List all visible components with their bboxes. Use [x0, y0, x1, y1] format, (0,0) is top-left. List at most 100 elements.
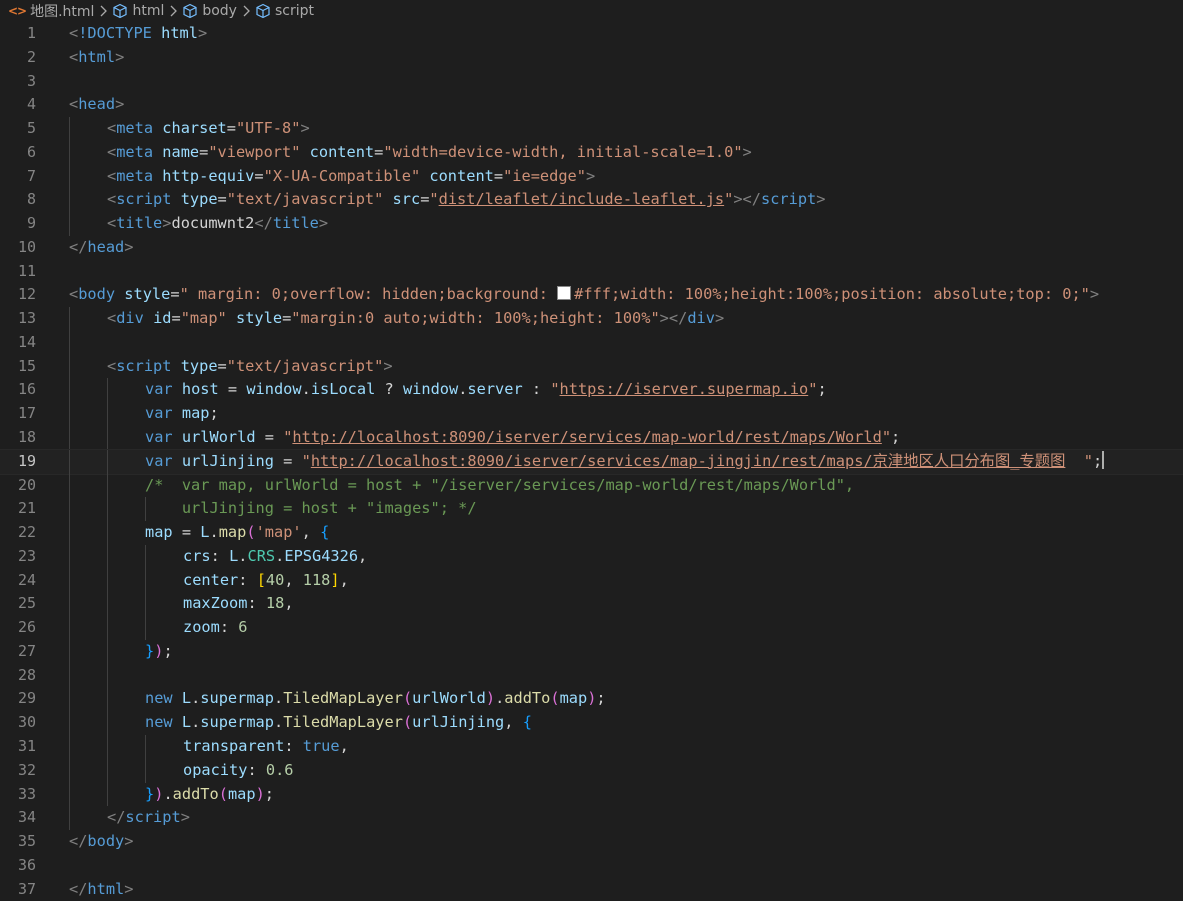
code-line[interactable]: 19 var urlJinjing = "http://localhost:809… — [0, 448, 1183, 475]
token-kw: var — [145, 451, 173, 470]
indent-guide — [69, 806, 70, 831]
token-str: 'map' — [255, 523, 302, 542]
indent-guide — [107, 734, 108, 759]
code-line[interactable]: 3 — [0, 70, 1183, 94]
token-num: 6 — [238, 618, 248, 637]
token-punct: > — [180, 808, 190, 827]
token-br1: ( — [246, 523, 256, 542]
code-line[interactable]: 32 opacity: 0.6 — [0, 758, 1183, 783]
code-line[interactable]: 27}); — [0, 639, 1183, 664]
token-text: : — [284, 736, 303, 755]
code-line[interactable]: 28 — [0, 663, 1183, 688]
code-line[interactable]: 37 </html> — [0, 878, 1183, 901]
code-line[interactable]: 31 transparent: true, — [0, 734, 1183, 759]
token-text: . — [209, 523, 219, 542]
code-text: crs: L.CRS.EPSG4326, — [183, 545, 367, 569]
code-line[interactable]: 29 new L.supermap.TiledMapLayer(urlWorld)… — [0, 687, 1183, 712]
text-cursor — [1102, 450, 1105, 469]
token-br1: ( — [402, 689, 413, 708]
token-kw: var — [145, 428, 173, 447]
indent-guide — [69, 188, 70, 213]
code-line[interactable]: 6 <meta name="viewport" content="width=de… — [0, 140, 1183, 165]
code-line[interactable]: 13 <div id="map" style="margin:0 auto;wid… — [0, 307, 1183, 331]
code-line[interactable]: 25 maxZoom: 18, — [0, 592, 1183, 617]
token-tag: body — [87, 832, 125, 851]
breadcrumb-item-script[interactable]: script — [255, 3, 314, 19]
code-line[interactable]: 10 </head> — [0, 236, 1183, 260]
breadcrumb-file[interactable]: <> 地图.html — [8, 1, 94, 21]
token-punct: < — [107, 142, 117, 161]
color-swatch[interactable] — [557, 286, 572, 301]
code-line[interactable]: 15 <script type="text/javascript"> — [0, 354, 1183, 379]
code-line[interactable]: 34 </script> — [0, 806, 1183, 831]
code-line[interactable]: 17 var map; — [0, 402, 1183, 427]
line-number: 11 — [17, 261, 36, 280]
code-text: </script> — [107, 806, 190, 830]
code-line[interactable]: 1 <!DOCTYPE html> — [0, 22, 1183, 46]
token-text: . — [191, 689, 201, 708]
code-text: <html> — [69, 46, 124, 70]
code-line[interactable]: 33}).addTo(map); — [0, 782, 1183, 807]
code-line[interactable]: 30 new L.supermap.TiledMapLayer(urlJinjin… — [0, 711, 1183, 735]
code-line[interactable]: 16 var host = window.isLocal ? window.ser… — [0, 378, 1183, 403]
breadcrumb-item-html[interactable]: html — [112, 3, 164, 19]
code-line[interactable]: 12 <body style=" margin: 0;overflow: hidd… — [0, 283, 1183, 307]
token-text: = — [172, 523, 201, 542]
token-tag: head — [87, 237, 125, 256]
token-attr: type — [180, 190, 218, 209]
code-line[interactable]: 26 zoom: 6 — [0, 616, 1183, 640]
code-line[interactable]: 8 <script type="text/javascript" src="dis… — [0, 188, 1183, 213]
token-var: EPSG4326 — [284, 546, 359, 565]
token-attr: style — [236, 309, 283, 328]
code-text: <meta name="viewport" content="width=dev… — [107, 141, 752, 165]
token-attr: http-equiv — [162, 166, 255, 185]
chevron-right-icon — [99, 5, 108, 17]
breadcrumb-item-body[interactable]: body — [182, 3, 237, 19]
token-text: ; — [209, 404, 219, 423]
code-text: maxZoom: 18, — [183, 592, 294, 616]
code-line[interactable]: 11 — [0, 260, 1183, 284]
token-text: ; — [264, 784, 275, 803]
code-line[interactable]: 2 <html> — [0, 46, 1183, 70]
code-line[interactable]: 14 — [0, 330, 1183, 355]
code-line[interactable]: 7 <meta http-equiv="X-UA-Compatible" cont… — [0, 164, 1183, 189]
code-line[interactable]: 23 crs: L.CRS.EPSG4326, — [0, 544, 1183, 569]
token-punct: </ — [69, 237, 88, 256]
line-number: 5 — [26, 119, 36, 138]
code-text: <script type="text/javascript" src="dist… — [107, 188, 825, 212]
code-line[interactable]: 4 <head> — [0, 93, 1183, 117]
indent-guide — [107, 568, 108, 593]
code-line[interactable]: 21 urlJinjing = host + "images"; */ — [0, 497, 1183, 522]
token-tag: title — [272, 214, 319, 233]
code-line[interactable]: 5 <meta charset="UTF-8"> — [0, 117, 1183, 141]
line-number: 14 — [17, 332, 36, 351]
token-tag: div — [687, 309, 715, 328]
code-line[interactable]: 18 var urlWorld = "http://localhost:8090/… — [0, 426, 1183, 450]
token-link[interactable]: https://iserver.supermap.io — [560, 380, 809, 398]
token-tag: title — [116, 214, 163, 233]
code-line[interactable]: 22 map = L.map('map', { — [0, 521, 1183, 545]
code-line[interactable]: 9 <title>documwnt2</title> — [0, 212, 1183, 236]
token-link[interactable]: http://localhost:8090/iserver/services/m… — [311, 452, 1066, 470]
line-number: 37 — [17, 879, 36, 898]
token-str: " — [301, 451, 311, 470]
token-str: "text/javascript" — [226, 190, 384, 209]
token-link[interactable]: http://localhost:8090/iserver/services/m… — [292, 428, 881, 446]
code-line[interactable]: 35 </body> — [0, 830, 1183, 854]
line-number: 15 — [17, 356, 36, 375]
indent-guide — [69, 140, 70, 165]
code-line[interactable]: 24 center: [40, 118], — [0, 568, 1183, 593]
token-attr: style — [124, 285, 171, 304]
token-link[interactable]: dist/leaflet/include-leaflet.js — [439, 190, 725, 208]
code-editor[interactable]: 1 <!DOCTYPE html> 2 <html> 3 4 <head> 5 <meta ch… — [0, 22, 1183, 898]
code-text: }); — [145, 640, 173, 664]
code-line[interactable]: 36 — [0, 854, 1183, 878]
code-line[interactable]: 20 /* var map, urlWorld = host + "/iserve… — [0, 473, 1183, 498]
token-text: , — [504, 713, 523, 732]
indent-guide — [107, 616, 108, 640]
token-prop: center — [183, 570, 239, 589]
token-fn: TiledMapLayer — [283, 689, 403, 708]
indent-guide — [145, 592, 146, 617]
